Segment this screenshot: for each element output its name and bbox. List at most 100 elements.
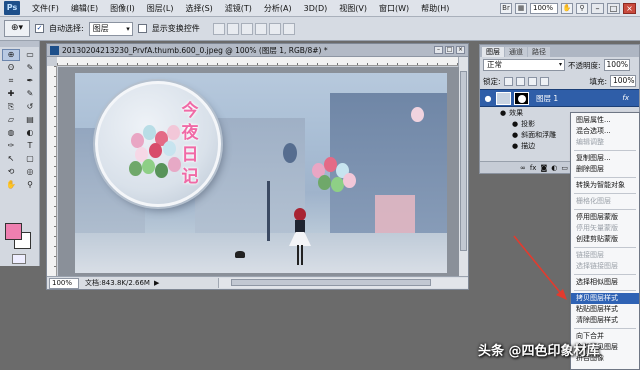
zoom-level-field[interactable]: 100% — [530, 2, 558, 14]
horizontal-scrollbar[interactable] — [218, 278, 468, 288]
crop-icon[interactable]: ⌗ — [2, 75, 20, 87]
history-brush-icon[interactable]: ↺ — [21, 101, 39, 113]
eye-icon[interactable]: ● — [483, 94, 493, 103]
lock-position-icon[interactable] — [527, 76, 537, 86]
eye-icon[interactable]: ● — [512, 120, 518, 128]
folder-icon[interactable]: ▭ — [561, 164, 568, 172]
eye-icon[interactable]: ● — [500, 109, 506, 117]
context-menu-item[interactable]: 转换为智能对象 — [571, 180, 639, 191]
eye-icon[interactable]: ● — [512, 142, 518, 150]
align-right-icon[interactable] — [282, 22, 295, 35]
move-tool-preset-icon[interactable]: ⊕▾ — [4, 20, 30, 37]
vertical-scrollbar[interactable] — [458, 57, 468, 277]
document-image[interactable]: 今 夜 日 记 — [75, 73, 447, 273]
hand-tool-icon[interactable]: ✋ — [561, 2, 573, 14]
layer-mask-thumbnail[interactable] — [514, 91, 529, 105]
context-menu-item[interactable]: 选择相似图层 — [571, 277, 639, 288]
menu-file[interactable]: 文件(F) — [26, 0, 65, 17]
tab-paths[interactable]: 路径 — [528, 47, 550, 57]
foreground-color-swatch[interactable] — [5, 223, 22, 240]
status-menu-arrow-icon[interactable]: ▶ — [154, 279, 159, 287]
shape-icon[interactable]: ▢ — [21, 153, 39, 165]
vertical-ruler[interactable] — [47, 66, 57, 277]
menu-window[interactable]: 窗口(W) — [373, 0, 415, 17]
quick-select-icon[interactable]: ✎ — [21, 62, 39, 74]
menu-item-copy-layer-style[interactable]: 拷贝图层样式 — [571, 293, 639, 304]
context-menu-item[interactable]: 粘贴图层样式 — [571, 304, 639, 315]
3d-orbit-icon[interactable]: ◎ — [21, 166, 39, 178]
align-bottom-icon[interactable] — [240, 22, 253, 35]
blend-mode-dropdown[interactable]: 正常 ▾ — [483, 59, 565, 71]
eye-icon[interactable]: ● — [512, 131, 518, 139]
hand-icon[interactable]: ✋ — [2, 179, 20, 191]
lock-all-icon[interactable] — [539, 76, 549, 86]
3d-rotate-icon[interactable]: ⟲ — [2, 166, 20, 178]
fx-menu-icon[interactable]: fx — [530, 164, 537, 172]
align-vcenter-icon[interactable] — [226, 22, 239, 35]
context-menu-item[interactable]: 混合选项... — [571, 126, 639, 137]
fx-icon[interactable]: fx — [622, 94, 629, 102]
mask-icon[interactable]: ◙ — [540, 164, 547, 172]
lasso-icon[interactable]: ʘ — [2, 62, 20, 74]
marquee-icon[interactable]: ▭ — [21, 49, 39, 61]
minimize-button[interactable]: – — [591, 2, 604, 14]
close-button[interactable]: × — [623, 2, 636, 14]
menu-filter[interactable]: 滤镜(T) — [219, 0, 258, 17]
menu-3d[interactable]: 3D(D) — [298, 0, 334, 17]
align-top-icon[interactable] — [212, 22, 225, 35]
blur-icon[interactable]: ◍ — [2, 127, 20, 139]
auto-select-dropdown[interactable]: 图层 ▾ — [88, 21, 133, 36]
lock-transparency-icon[interactable] — [503, 76, 513, 86]
pen-icon[interactable]: ✑ — [2, 140, 20, 152]
vertical-scroll-thumb[interactable] — [460, 71, 467, 251]
context-menu-item[interactable]: 停用图层蒙版 — [571, 212, 639, 223]
doc-minimize-button[interactable]: – — [434, 46, 443, 54]
move-icon[interactable]: ⊕ — [2, 49, 20, 61]
auto-select-checkbox[interactable]: ✓ — [35, 24, 44, 33]
menu-edit[interactable]: 编辑(E) — [65, 0, 104, 17]
zoom-tool-icon[interactable]: ⚲ — [576, 2, 588, 14]
bridge-icon[interactable]: Br — [500, 2, 512, 14]
context-menu-item[interactable]: 清除图层样式 — [571, 315, 639, 326]
stamp-icon[interactable]: ⎘ — [2, 101, 20, 113]
layer-thumbnail[interactable] — [496, 91, 511, 105]
zoom-icon[interactable]: ⚲ — [21, 179, 39, 191]
menu-layer[interactable]: 图层(L) — [141, 0, 180, 17]
align-left-icon[interactable] — [254, 22, 267, 35]
eyedropper-icon[interactable]: ✒ — [21, 75, 39, 87]
menu-analysis[interactable]: 分析(A) — [258, 0, 298, 17]
status-zoom-field[interactable]: 100% — [49, 277, 79, 289]
guides-icon[interactable]: ▦ — [515, 2, 527, 14]
tab-channels[interactable]: 通道 — [505, 47, 527, 57]
layer-name[interactable]: 图层 1 — [536, 93, 558, 104]
context-menu-item[interactable]: 复制图层... — [571, 153, 639, 164]
context-menu-item[interactable]: 创建剪贴蒙版 — [571, 234, 639, 245]
menu-image[interactable]: 图像(I) — [104, 0, 141, 17]
horizontal-scroll-thumb[interactable] — [231, 279, 431, 286]
tab-layers[interactable]: 图层 — [482, 47, 504, 57]
opacity-field[interactable]: 100% — [603, 59, 630, 71]
maximize-button[interactable]: □ — [607, 2, 620, 14]
menu-help[interactable]: 帮助(H) — [415, 0, 455, 17]
align-hcenter-icon[interactable] — [268, 22, 281, 35]
document-title-bar[interactable]: 20130204213230_PrvfA.thumb.600_0.jpeg @ … — [47, 44, 468, 57]
link-icon[interactable]: ∞ — [520, 164, 526, 172]
context-menu-item[interactable]: 图层属性... — [571, 115, 639, 126]
horizontal-ruler[interactable] — [57, 57, 459, 66]
path-select-icon[interactable]: ↖ — [2, 153, 20, 165]
show-transform-checkbox[interactable] — [137, 24, 147, 33]
menu-view[interactable]: 视图(V) — [333, 0, 373, 17]
adjustment-icon[interactable]: ◐ — [551, 164, 557, 172]
menu-select[interactable]: 选择(S) — [179, 0, 218, 17]
doc-maximize-button[interactable]: □ — [445, 46, 454, 54]
context-menu-item[interactable]: 删除图层 — [571, 164, 639, 175]
healing-icon[interactable]: ✚ — [2, 88, 20, 100]
quick-mask-icon[interactable] — [12, 254, 26, 264]
type-icon[interactable]: T — [21, 140, 39, 152]
eraser-icon[interactable]: ▱ — [2, 114, 20, 126]
layer-row-selected[interactable]: ● 图层 1 fx — [480, 89, 639, 107]
dodge-icon[interactable]: ◐ — [21, 127, 39, 139]
fill-field[interactable]: 100% — [610, 75, 636, 87]
gradient-icon[interactable]: ▤ — [21, 114, 39, 126]
canvas-area[interactable]: 今 夜 日 记 — [58, 67, 459, 277]
